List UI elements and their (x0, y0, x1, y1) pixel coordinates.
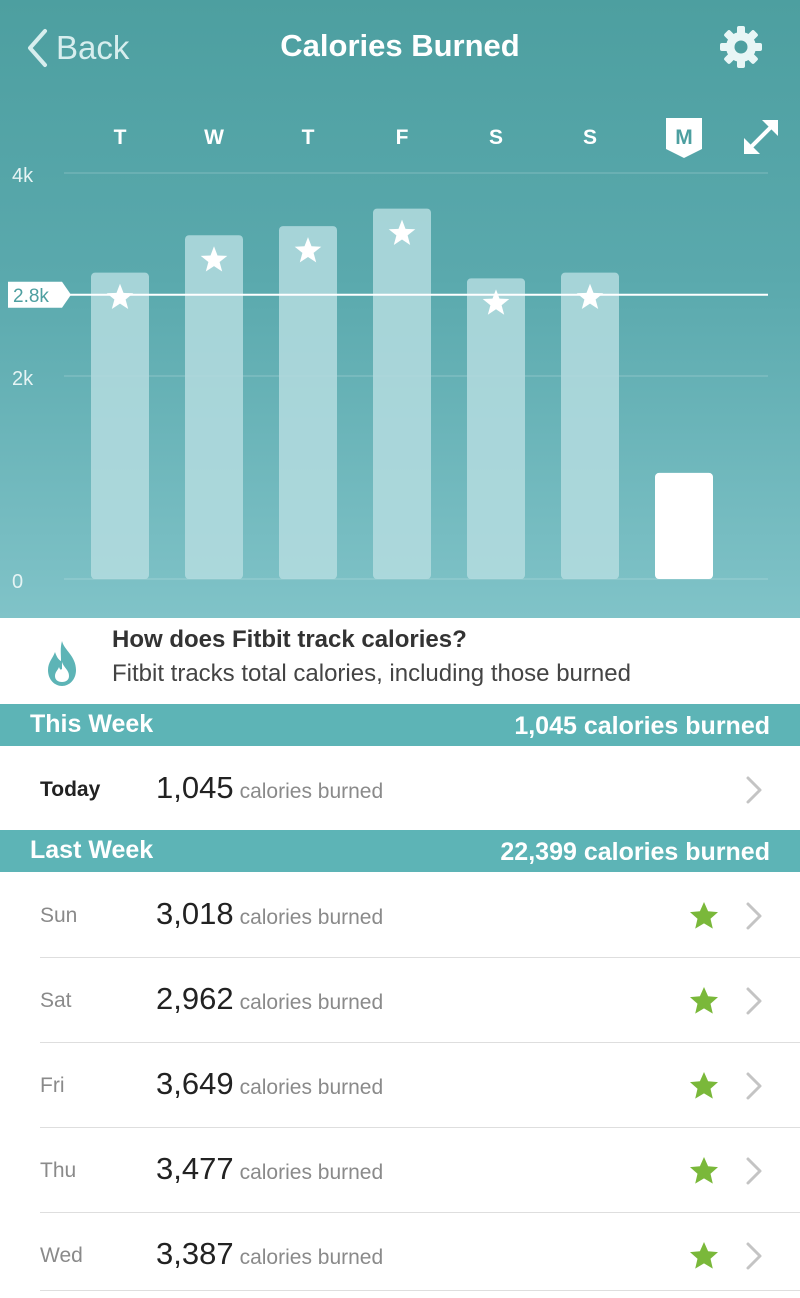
day-row-fri[interactable]: Fri 3,649 calories burned (0, 1044, 800, 1128)
calorie-value: 2,962 calories burned (156, 981, 384, 1016)
chart-bar (279, 226, 337, 579)
day-label: Wed (40, 1244, 83, 1267)
goal-star-icon (690, 1072, 718, 1099)
last-week-total: 22,399 calories burned (500, 838, 770, 866)
calorie-unit: calories burned (239, 1161, 384, 1184)
day-row-thu[interactable]: Thu 3,477 calories burned (0, 1129, 800, 1213)
row-divider (40, 1127, 800, 1128)
calorie-unit: calories burned (239, 906, 384, 929)
chevron-right-icon (746, 902, 762, 930)
calorie-unit: calories burned (239, 1076, 384, 1099)
day-label: Sun (40, 904, 78, 927)
this-week-total: 1,045 calories burned (514, 712, 770, 740)
day-row-sat[interactable]: Sat 2,962 calories burned (0, 959, 800, 1043)
chevron-right-icon (746, 776, 762, 804)
last-week-header: Last Week 22,399 calories burned (0, 830, 800, 872)
flame-icon (48, 641, 76, 686)
day-row-sun[interactable]: Sun 3,018 calories burned (0, 874, 800, 958)
y-tick-label: 0 (12, 571, 23, 593)
goal-star-icon (690, 1242, 718, 1269)
expand-icon[interactable] (740, 116, 782, 158)
calorie-unit: calories burned (239, 780, 384, 803)
x-tick-label: W (204, 126, 224, 149)
chevron-right-icon (746, 987, 762, 1015)
goal-star-icon (690, 902, 718, 929)
day-label: Thu (40, 1159, 77, 1182)
chart-bar (467, 278, 525, 579)
day-row-today[interactable]: Today 1,045 calories burned (0, 748, 800, 832)
day-row-wed[interactable]: Wed 3,387 calories burned (0, 1214, 800, 1298)
row-divider (40, 957, 800, 958)
goal-star-icon (690, 987, 718, 1014)
day-label: Fri (40, 1074, 65, 1097)
calorie-value: 1,045 calories burned (156, 770, 384, 805)
row-divider (40, 1212, 800, 1213)
goal-label: 2.8k (13, 286, 49, 307)
chart-bar (185, 235, 243, 580)
x-tick-label: F (396, 126, 409, 149)
x-tick-label: T (302, 126, 315, 149)
chart-panel: Back Calories Burned 0 2k 4k 2.8k T W T F S S M (0, 0, 800, 618)
x-tick-label: S (583, 126, 597, 149)
chart-bar (561, 272, 619, 579)
y-tick-label: 2k (12, 368, 34, 390)
last-week-label: Last Week (30, 836, 154, 864)
chevron-right-icon (746, 1072, 762, 1100)
this-week-header: This Week 1,045 calories burned (0, 704, 800, 746)
chevron-right-icon (746, 1242, 762, 1270)
chart-bar (373, 208, 431, 579)
calorie-value: 3,477 calories burned (156, 1151, 384, 1186)
calories-bar-chart: 0 2k 4k 2.8k T W T F S S M (8, 118, 768, 593)
this-week-label: This Week (30, 710, 154, 738)
day-label: Today (40, 778, 101, 801)
day-label: Sat (40, 989, 72, 1012)
calorie-unit: calories burned (239, 991, 384, 1014)
row-divider (40, 1290, 800, 1291)
y-tick-label: 4k (12, 165, 34, 187)
x-tick-label: M (675, 126, 693, 149)
goal-star-icon (690, 1157, 718, 1184)
calorie-value: 3,649 calories burned (156, 1066, 384, 1101)
x-tick-label: T (114, 126, 127, 149)
chart-bar (91, 272, 149, 579)
info-text: Fitbit tracks total calories, including … (112, 660, 631, 687)
calorie-value: 3,387 calories burned (156, 1236, 384, 1271)
calorie-unit: calories burned (239, 1246, 384, 1269)
calorie-value: 3,018 calories burned (156, 896, 384, 931)
x-tick-label: S (489, 126, 503, 149)
chart-bar (655, 472, 713, 579)
row-divider (40, 1042, 800, 1043)
info-title: How does Fitbit track calories? (112, 626, 467, 653)
chevron-right-icon (746, 1157, 762, 1185)
